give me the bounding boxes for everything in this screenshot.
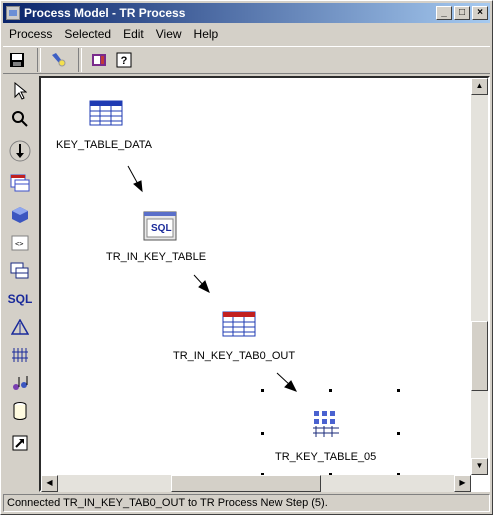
selection-handle[interactable] <box>261 432 264 435</box>
transform-icon[interactable] <box>7 342 33 368</box>
table-grid-icon[interactable] <box>7 170 33 196</box>
scroll-up-button[interactable]: ▲ <box>471 78 488 95</box>
title-bar: Process Model - TR Process _ □ × <box>3 3 490 23</box>
status-bar: Connected TR_IN_KEY_TAB0_OUT to TR Proce… <box>3 494 490 512</box>
selection-handle[interactable] <box>397 389 400 392</box>
selection-handle[interactable] <box>329 389 332 392</box>
svg-text:<>: <> <box>15 240 23 248</box>
horizontal-scrollbar[interactable]: ◀ ▶ <box>41 475 471 492</box>
menu-help[interactable]: Help <box>188 27 225 41</box>
toolbar-separator <box>75 48 85 72</box>
connector-2 <box>193 274 206 288</box>
database-icon[interactable] <box>7 398 33 424</box>
process-canvas[interactable]: KEY_TABLE_DATA SQL TR_IN_KEY_TABLE TR_IN… <box>41 78 471 475</box>
node-label-key-table-data: KEY_TABLE_DATA <box>56 139 152 151</box>
connector-1 <box>127 165 140 187</box>
process-canvas-frame: KEY_TABLE_DATA SQL TR_IN_KEY_TABLE TR_IN… <box>39 76 490 492</box>
table-icon <box>222 311 256 337</box>
sql-icon[interactable]: SQL <box>7 286 33 312</box>
scroll-left-button[interactable]: ◀ <box>41 475 58 492</box>
menu-process[interactable]: Process <box>3 27 58 41</box>
tables-icon[interactable] <box>7 258 33 284</box>
pointer-icon[interactable] <box>7 78 33 104</box>
connector-3 <box>276 372 292 387</box>
node-label-tr-in-key-tab0-out: TR_IN_KEY_TAB0_OUT <box>173 350 296 362</box>
scroll-down-button[interactable]: ▼ <box>471 458 488 475</box>
menu-edit[interactable]: Edit <box>117 27 150 41</box>
music-icon[interactable] <box>7 370 33 396</box>
connector-arrows <box>127 165 298 392</box>
node-tr-in-key-tab0-out[interactable] <box>222 311 256 339</box>
menu-selected[interactable]: Selected <box>58 27 117 41</box>
horizontal-scroll-thumb[interactable] <box>171 475 321 492</box>
maximize-button[interactable]: □ <box>454 6 470 20</box>
selection-handle[interactable] <box>397 432 400 435</box>
minimize-button[interactable]: _ <box>436 6 452 20</box>
code-icon[interactable]: <> <box>7 230 33 256</box>
book-icon[interactable] <box>88 49 110 71</box>
node-key-table-data[interactable] <box>89 100 125 128</box>
save-icon[interactable] <box>6 49 28 71</box>
app-icon[interactable] <box>6 6 20 20</box>
menu-view[interactable]: View <box>150 27 188 41</box>
triangle-icon[interactable] <box>7 314 33 340</box>
cube-icon[interactable] <box>7 202 33 228</box>
transform-step-icon <box>313 411 339 437</box>
sql-label: SQL <box>7 292 33 306</box>
link-icon[interactable] <box>7 430 33 456</box>
flashlight-icon[interactable] <box>47 49 69 71</box>
close-button[interactable]: × <box>472 6 488 20</box>
table-icon <box>89 100 123 126</box>
node-label-tr-key-table-05: TR_KEY_TABLE_05 <box>275 451 377 463</box>
vertical-scrollbar[interactable]: ▲ ▼ <box>471 78 488 475</box>
help-icon[interactable]: ? <box>113 49 135 71</box>
tool-palette: <> SQL <box>3 76 37 496</box>
toolbar-separator <box>34 48 44 72</box>
scroll-right-button[interactable]: ▶ <box>454 475 471 492</box>
window-title: Process Model - TR Process <box>24 6 186 20</box>
sql-step-label: SQL <box>151 223 172 234</box>
toolbar: ? <box>3 46 490 74</box>
node-tr-key-table-05[interactable] <box>311 408 343 440</box>
help-glyph: ? <box>120 54 128 67</box>
download-icon[interactable] <box>7 138 33 164</box>
node-label-tr-in-key-table: TR_IN_KEY_TABLE <box>106 251 207 263</box>
node-tr-in-key-table[interactable]: SQL <box>143 211 177 241</box>
selection-handle[interactable] <box>261 389 264 392</box>
application-window: Process Model - TR Process _ □ × Process… <box>0 0 493 515</box>
menu-bar: Process Selected Edit View Help <box>3 24 224 44</box>
zoom-icon[interactable] <box>7 106 33 132</box>
vertical-scroll-thumb[interactable] <box>471 321 488 391</box>
